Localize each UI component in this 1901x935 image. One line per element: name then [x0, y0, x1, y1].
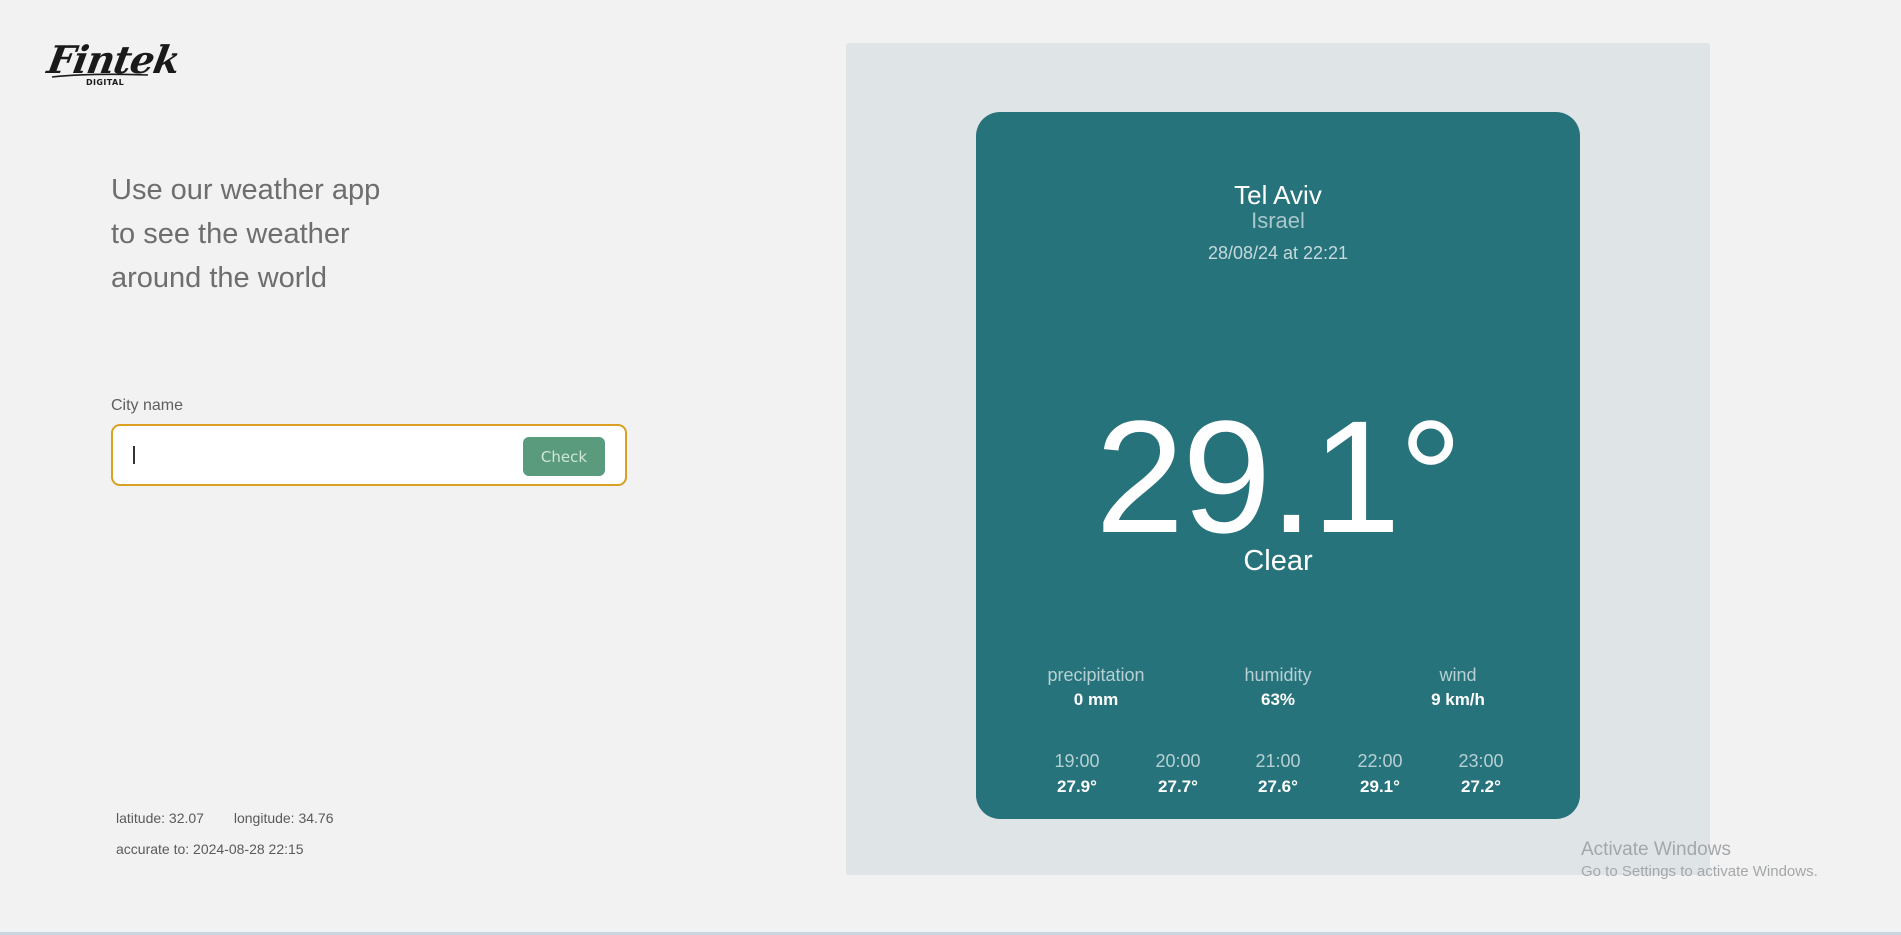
stat-value: 63% [1260, 690, 1296, 709]
hour-temperature: 29.1° [1360, 777, 1400, 796]
coordinates: latitude: 32.07 longitude: 34.76 [116, 810, 334, 826]
hour-temperature: 27.9° [1057, 777, 1097, 796]
stat-label: humidity [1244, 665, 1312, 685]
text-caret [133, 446, 135, 464]
stat-label: precipitation [1047, 665, 1145, 685]
activate-title: Activate Windows [1581, 839, 1731, 860]
weather-condition: Clear [1243, 545, 1313, 577]
stat-humidity: humidity 63% [1198, 663, 1358, 710]
longitude-value: longitude: 34.76 [233, 810, 334, 826]
hourly-item: 19:00 27.9° [1037, 750, 1117, 797]
hourly-item: 21:00 27.6° [1238, 750, 1318, 797]
stat-wind: wind 9 km/h [1378, 663, 1538, 710]
logo-subtext: DIGITAL [86, 78, 125, 87]
city-search-box: Check [111, 424, 627, 486]
accuracy-timestamp: accurate to: 2024-08-28 22:15 [116, 841, 304, 857]
country-name: Israel [1251, 208, 1305, 233]
hour-time: 23:00 [1458, 751, 1504, 771]
latitude-value: latitude: 32.07 [116, 810, 204, 826]
city-name: Tel Aviv [1234, 180, 1322, 210]
check-button[interactable]: Check [523, 437, 605, 476]
stat-value: 9 km/h [1431, 690, 1485, 709]
hourly-item: 22:00 29.1° [1340, 750, 1420, 797]
activate-windows-watermark: Activate Windows Go to Settings to activ… [1581, 838, 1818, 882]
hour-temperature: 27.7° [1158, 777, 1198, 796]
stat-label: wind [1439, 665, 1477, 685]
observation-datetime: 28/08/24 at 22:21 [1207, 243, 1349, 263]
page-headline: Use our weather app to see the weather a… [111, 174, 381, 294]
current-temperature: 29.1° [1095, 387, 1462, 566]
stat-value: 0 mm [1073, 690, 1119, 709]
activate-subtitle: Go to Settings to activate Windows. [1581, 863, 1818, 880]
hour-time: 19:00 [1054, 751, 1100, 771]
hour-time: 22:00 [1357, 751, 1403, 771]
hourly-item: 23:00 27.2° [1441, 750, 1521, 797]
stat-precipitation: precipitation 0 mm [1016, 663, 1176, 710]
hour-time: 20:00 [1155, 751, 1201, 771]
weather-card: Tel Aviv Israel 28/08/24 at 22:21 29.1° … [976, 112, 1580, 819]
hourly-item: 20:00 27.7° [1138, 750, 1218, 797]
hour-temperature: 27.6° [1258, 777, 1298, 796]
fintek-logo: Fintek DIGITAL [44, 37, 183, 90]
hour-time: 21:00 [1255, 751, 1301, 771]
city-name-input[interactable] [127, 436, 511, 476]
city-name-label: City name [111, 397, 184, 414]
hour-temperature: 27.2° [1461, 777, 1501, 796]
